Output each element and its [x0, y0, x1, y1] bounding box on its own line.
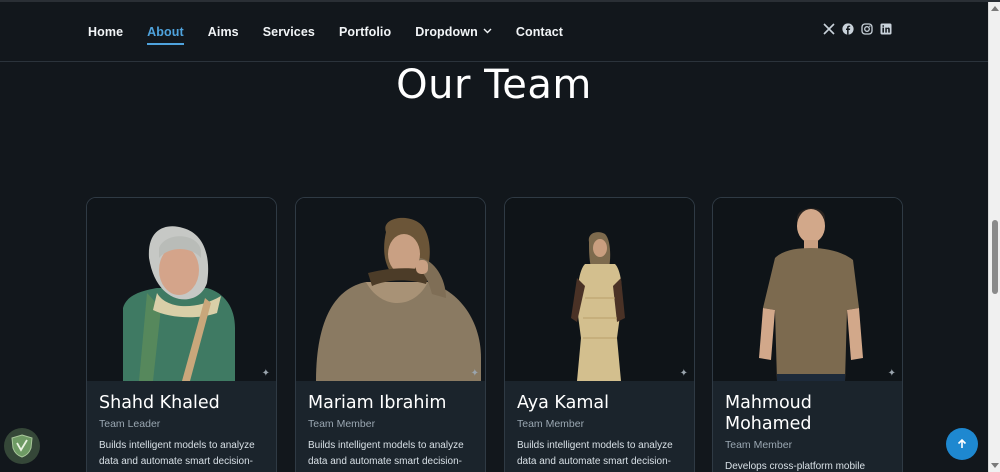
nav-services-label: Services: [262, 25, 315, 39]
section-title: Our Team: [396, 62, 592, 108]
team-card: ✦ Aya Kamal Team Member Builds intellige…: [504, 197, 695, 472]
scroll-up-arrow-icon[interactable]: [991, 6, 999, 11]
main-nav: Home About Aims Services Portfolio Dropd…: [88, 2, 587, 62]
nav-contact[interactable]: Contact: [516, 2, 563, 62]
member-description: Builds intelligent models to analyze dat…: [99, 440, 255, 467]
team-card: ✦ Mahmoud Mohamed Team Member Develops c…: [712, 197, 903, 472]
nav-dropdown-label: Dropdown: [415, 25, 478, 39]
back-to-top-button[interactable]: [946, 428, 978, 460]
nav-home-label: Home: [88, 25, 124, 39]
nav-portfolio-label: Portfolio: [338, 25, 392, 39]
nav-portfolio[interactable]: Portfolio: [339, 2, 391, 62]
site-header: Home About Aims Services Portfolio Dropd…: [0, 2, 988, 62]
linkedin-icon[interactable]: [880, 23, 892, 35]
member-photo: ✦: [505, 198, 694, 381]
arrow-up-icon: [957, 438, 967, 448]
member-description: Builds intelligent models to analyze dat…: [517, 440, 673, 467]
member-name: Mahmoud Mohamed: [725, 393, 812, 434]
member-name: Mariam Ibrahim: [308, 393, 447, 413]
nav-about-label: About: [147, 25, 184, 39]
scroll-down-arrow-icon[interactable]: [991, 463, 999, 468]
facebook-icon[interactable]: [842, 23, 854, 35]
member-role: Team Member: [725, 439, 793, 451]
nav-services[interactable]: Services: [263, 2, 315, 62]
member-name: Aya Kamal: [517, 393, 609, 413]
member-photo: ✦: [713, 198, 902, 381]
nav-aims-label: Aims: [207, 25, 239, 39]
x-icon[interactable]: [823, 23, 835, 35]
sparkle-icon: ✦: [261, 368, 270, 379]
nav-contact-label: Contact: [515, 25, 564, 39]
page-scrollbar[interactable]: [988, 2, 1000, 472]
member-role: Team Member: [308, 418, 376, 430]
member-photo: ✦: [296, 198, 485, 381]
member-description: Develops cross-platform mobile: [725, 461, 866, 472]
team-card: ✦ Mariam Ibrahim Team Member Builds inte…: [295, 197, 486, 472]
nav-aims[interactable]: Aims: [208, 2, 239, 62]
member-description: Builds intelligent models to analyze dat…: [308, 440, 464, 467]
sparkle-icon: ✦: [679, 368, 688, 379]
nav-dropdown[interactable]: Dropdown: [415, 2, 492, 62]
nav-about[interactable]: About: [147, 2, 184, 62]
shield-logo-icon: [4, 428, 40, 464]
member-role: Team Member: [517, 418, 585, 430]
scrollbar-thumb[interactable]: [992, 220, 998, 294]
chevron-down-icon: [483, 28, 492, 34]
member-photo: ✦: [87, 198, 276, 381]
member-role: Team Leader: [99, 418, 161, 430]
instagram-icon[interactable]: [861, 23, 873, 35]
sparkle-icon: ✦: [470, 368, 479, 379]
team-card: ✦ Shahd Khaled Team Leader Builds intell…: [86, 197, 277, 472]
member-name: Shahd Khaled: [99, 393, 220, 413]
sparkle-icon: ✦: [887, 368, 896, 379]
social-links: [823, 23, 892, 35]
nav-home[interactable]: Home: [88, 2, 123, 62]
